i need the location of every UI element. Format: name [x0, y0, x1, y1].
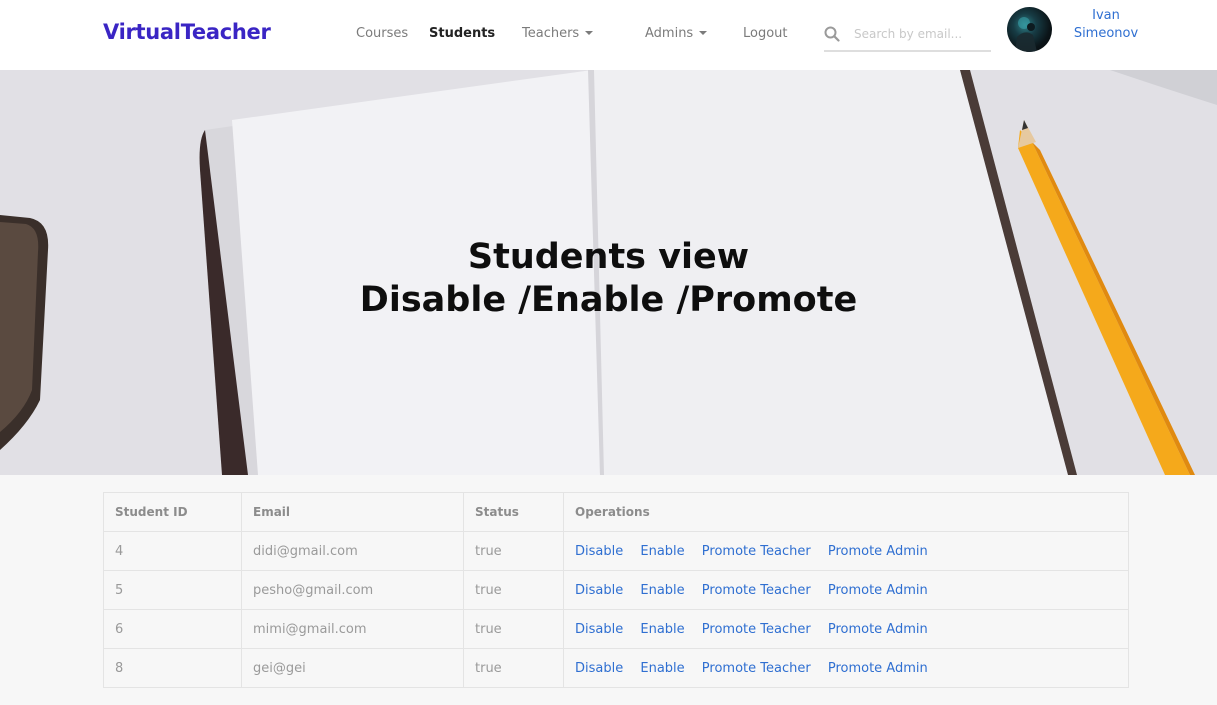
students-table: Student ID Email Status Operations 4 did… — [103, 492, 1129, 688]
promote-admin-link[interactable]: Promote Admin — [828, 622, 928, 637]
cell-operations: Disable Enable Promote Teacher Promote A… — [563, 609, 1129, 649]
cell-email: gei@gei — [241, 648, 464, 688]
cell-student-id: 5 — [103, 570, 242, 610]
avatar[interactable] — [1007, 7, 1052, 52]
enable-link[interactable]: Enable — [640, 661, 684, 676]
brand-logo[interactable]: VirtualTeacher — [103, 20, 271, 44]
cell-operations: Disable Enable Promote Teacher Promote A… — [563, 531, 1129, 571]
hero-title: Students view Disable /Enable /Promote — [0, 236, 1217, 322]
hero-title-line1: Students view — [467, 237, 750, 277]
hero-title-line2: Disable /Enable /Promote — [359, 280, 858, 320]
cell-status: true — [463, 531, 564, 571]
nav-logout[interactable]: Logout — [743, 26, 788, 41]
header-status: Status — [463, 492, 564, 532]
students-table-container: Student ID Email Status Operations 4 did… — [103, 492, 1129, 688]
disable-link[interactable]: Disable — [575, 544, 623, 559]
cell-operations: Disable Enable Promote Teacher Promote A… — [563, 648, 1129, 688]
nav-teachers-dropdown[interactable]: Teachers — [522, 26, 594, 41]
search-box — [824, 20, 991, 52]
enable-link[interactable]: Enable — [640, 583, 684, 598]
avatar-image — [1015, 17, 1037, 52]
promote-teacher-link[interactable]: Promote Teacher — [702, 544, 811, 559]
promote-teacher-link[interactable]: Promote Teacher — [702, 622, 811, 637]
table-row: 4 didi@gmail.com true Disable Enable Pro… — [103, 531, 1129, 571]
cell-student-id: 8 — [103, 648, 242, 688]
top-navbar: VirtualTeacher Courses Students Teachers… — [0, 0, 1217, 70]
cell-email: pesho@gmail.com — [241, 570, 464, 610]
disable-link[interactable]: Disable — [575, 661, 623, 676]
header-operations: Operations — [563, 492, 1129, 532]
cell-student-id: 4 — [103, 531, 242, 571]
promote-teacher-link[interactable]: Promote Teacher — [702, 583, 811, 598]
search-icon[interactable] — [824, 26, 840, 42]
table-row: 8 gei@gei true Disable Enable Promote Te… — [103, 648, 1129, 688]
enable-link[interactable]: Enable — [640, 622, 684, 637]
nav-teachers-label: Teachers — [522, 26, 580, 41]
disable-link[interactable]: Disable — [575, 583, 623, 598]
promote-admin-link[interactable]: Promote Admin — [828, 583, 928, 598]
promote-admin-link[interactable]: Promote Admin — [828, 544, 928, 559]
user-last-name: Simeonov — [1073, 26, 1139, 41]
cell-email: mimi@gmail.com — [241, 609, 464, 649]
header-student-id: Student ID — [103, 492, 242, 532]
header-email: Email — [241, 492, 464, 532]
cell-status: true — [463, 609, 564, 649]
search-input[interactable] — [854, 23, 989, 45]
chevron-down-icon — [585, 30, 594, 35]
user-name[interactable]: Ivan Simeonov — [1068, 7, 1144, 43]
nav-admins-dropdown[interactable]: Admins — [645, 26, 708, 41]
promote-admin-link[interactable]: Promote Admin — [828, 661, 928, 676]
table-row: 5 pesho@gmail.com true Disable Enable Pr… — [103, 570, 1129, 610]
table-header-row: Student ID Email Status Operations — [103, 492, 1129, 532]
hero-banner: Students view Disable /Enable /Promote — [0, 70, 1217, 475]
user-first-name: Ivan — [1092, 8, 1120, 23]
nav-courses[interactable]: Courses — [356, 26, 408, 41]
cell-student-id: 6 — [103, 609, 242, 649]
disable-link[interactable]: Disable — [575, 622, 623, 637]
cell-status: true — [463, 648, 564, 688]
chevron-down-icon — [699, 30, 708, 35]
nav-admins-label: Admins — [645, 26, 694, 41]
promote-teacher-link[interactable]: Promote Teacher — [702, 661, 811, 676]
cell-operations: Disable Enable Promote Teacher Promote A… — [563, 570, 1129, 610]
cell-email: didi@gmail.com — [241, 531, 464, 571]
nav-students[interactable]: Students — [429, 26, 495, 41]
table-row: 6 mimi@gmail.com true Disable Enable Pro… — [103, 609, 1129, 649]
enable-link[interactable]: Enable — [640, 544, 684, 559]
cell-status: true — [463, 570, 564, 610]
